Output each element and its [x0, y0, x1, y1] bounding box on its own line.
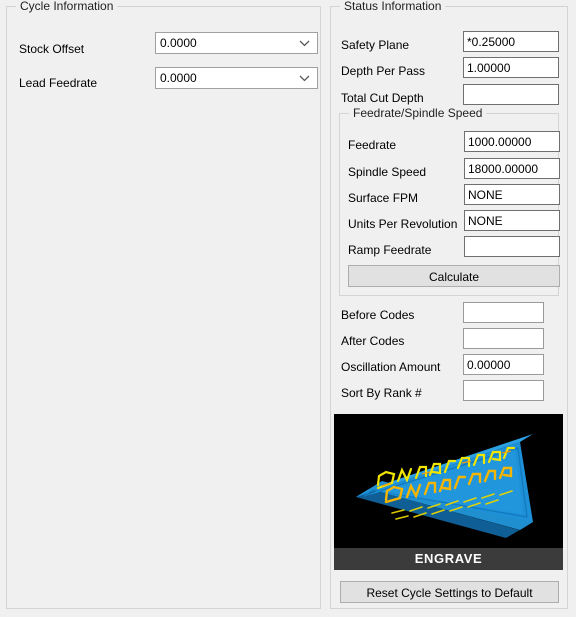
sort-by-rank-label: Sort By Rank # [341, 386, 422, 400]
cycle-preview-thumbnail[interactable]: ENGRAVE [334, 414, 563, 570]
chevron-down-icon[interactable] [296, 33, 312, 53]
feedrate-input[interactable] [464, 131, 560, 152]
cycle-information-group: Cycle Information Stock Offset 0.0000 Le… [6, 0, 321, 609]
lead-feedrate-value: 0.0000 [160, 71, 197, 85]
after-codes-input[interactable] [463, 328, 544, 349]
ramp-feedrate-label: Ramp Feedrate [348, 243, 432, 257]
reset-cycle-settings-button[interactable]: Reset Cycle Settings to Default [340, 581, 559, 603]
after-codes-label: After Codes [341, 334, 405, 348]
safety-plane-input[interactable] [463, 31, 559, 52]
surface-fpm-label: Surface FPM [348, 191, 419, 205]
status-information-title: Status Information [340, 0, 446, 13]
oscillation-amount-input[interactable] [463, 354, 544, 375]
stock-offset-label: Stock Offset [19, 42, 85, 56]
feedrate-spindle-speed-group: Feedrate/Spindle Speed Feedrate Spindle … [339, 106, 560, 296]
safety-plane-label: Safety Plane [341, 38, 410, 52]
stock-offset-combo[interactable]: 0.0000 [155, 32, 318, 54]
engrave-preview-render [334, 414, 563, 548]
calculate-button[interactable]: Calculate [348, 265, 560, 287]
oscillation-amount-label: Oscillation Amount [341, 360, 441, 374]
units-per-revolution-input[interactable] [464, 210, 560, 231]
lead-feedrate-combo[interactable]: 0.0000 [155, 67, 318, 89]
depth-per-pass-label: Depth Per Pass [341, 64, 426, 78]
cycle-information-title: Cycle Information [16, 0, 118, 13]
spindle-speed-input[interactable] [464, 158, 560, 179]
stock-offset-value: 0.0000 [160, 36, 197, 50]
chevron-down-icon[interactable] [296, 68, 312, 88]
units-per-revolution-label: Units Per Revolution [348, 217, 458, 231]
sort-by-rank-input[interactable] [463, 380, 544, 401]
surface-fpm-input[interactable] [464, 184, 560, 205]
feedrate-label: Feedrate [348, 138, 397, 152]
depth-per-pass-input[interactable] [463, 57, 559, 78]
thumbnail-caption: ENGRAVE [334, 548, 563, 570]
total-cut-depth-input[interactable] [463, 84, 559, 105]
before-codes-input[interactable] [463, 302, 544, 323]
lead-feedrate-label: Lead Feedrate [19, 76, 98, 90]
before-codes-label: Before Codes [341, 308, 415, 322]
feedrate-spindle-speed-title: Feedrate/Spindle Speed [349, 106, 487, 120]
total-cut-depth-label: Total Cut Depth [341, 91, 424, 105]
spindle-speed-label: Spindle Speed [348, 165, 427, 179]
ramp-feedrate-input[interactable] [464, 236, 560, 257]
